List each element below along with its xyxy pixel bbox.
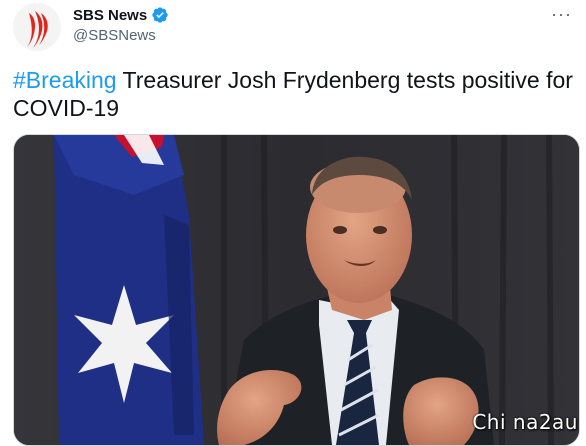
tweet-photo[interactable]: [13, 134, 580, 446]
author-name-row: SBS News: [73, 6, 169, 24]
sbs-logo-icon: [13, 3, 61, 51]
author-handle[interactable]: @SBSNews: [73, 27, 156, 44]
display-name[interactable]: SBS News: [73, 7, 147, 24]
more-options-icon[interactable]: ···: [551, 4, 572, 25]
avatar[interactable]: [13, 3, 61, 51]
watermark: Chi na2au: [472, 410, 578, 434]
hashtag-link[interactable]: #Breaking: [13, 67, 117, 93]
tweet-text: #Breaking Treasurer Josh Frydenberg test…: [13, 66, 578, 122]
verified-badge-icon: [152, 7, 168, 23]
photo-josh-frydenberg: [14, 135, 579, 445]
tweet[interactable]: SBS News @SBSNews ··· #Breaking Treasure…: [0, 0, 586, 446]
